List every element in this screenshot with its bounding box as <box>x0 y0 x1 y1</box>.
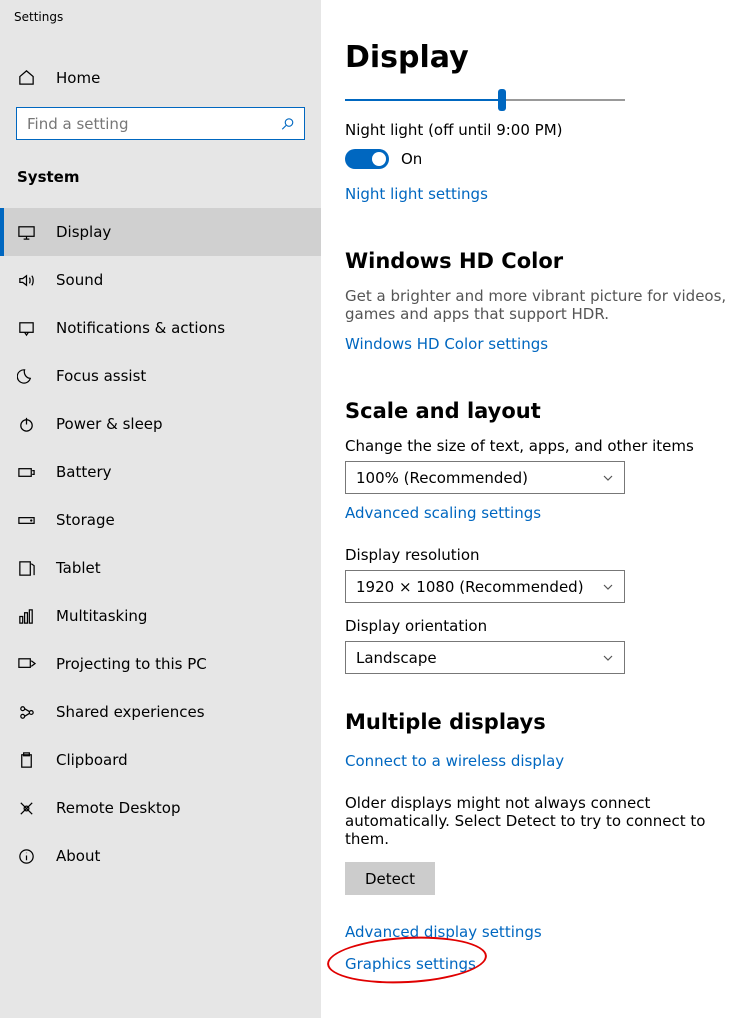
hd-color-desc: Get a brighter and more vibrant picture … <box>345 287 736 323</box>
search-input[interactable] <box>16 107 305 140</box>
sidebar-item-label: Multitasking <box>56 607 147 625</box>
page-title: Display <box>345 40 736 75</box>
monitor-icon <box>17 223 36 242</box>
shared-icon <box>17 703 36 722</box>
orientation-label: Display orientation <box>345 617 736 635</box>
multiple-displays-heading: Multiple displays <box>345 710 736 734</box>
sidebar-item-label: Shared experiences <box>56 703 205 721</box>
sidebar-section-label: System <box>0 140 321 194</box>
sidebar-item-remote-desktop[interactable]: Remote Desktop <box>0 784 321 832</box>
main-content: Display Night light (off until 9:00 PM) … <box>321 0 736 1018</box>
clipboard-icon <box>17 751 36 770</box>
detect-button[interactable]: Detect <box>345 862 435 895</box>
sidebar-item-label: Remote Desktop <box>56 799 181 817</box>
sidebar-item-tablet[interactable]: Tablet <box>0 544 321 592</box>
notifications-icon <box>17 319 36 338</box>
hd-color-link[interactable]: Windows HD Color settings <box>345 335 548 353</box>
sidebar-item-label: Clipboard <box>56 751 128 769</box>
moon-icon <box>17 367 36 386</box>
sidebar-item-power-sleep[interactable]: Power & sleep <box>0 400 321 448</box>
sidebar-item-shared-experiences[interactable]: Shared experiences <box>0 688 321 736</box>
sidebar-item-multitasking[interactable]: Multitasking <box>0 592 321 640</box>
text-size-value: 100% (Recommended) <box>356 469 528 487</box>
sidebar-item-label: Battery <box>56 463 112 481</box>
sidebar-item-label: Sound <box>56 271 103 289</box>
night-light-settings-link[interactable]: Night light settings <box>345 185 488 203</box>
sidebar-item-storage[interactable]: Storage <box>0 496 321 544</box>
night-light-toggle[interactable] <box>345 149 389 169</box>
text-size-select[interactable]: 100% (Recommended) <box>345 461 625 494</box>
sidebar-nav: Display Sound Notifications & actions Focus… <box>0 208 321 880</box>
chevron-down-icon <box>602 581 614 593</box>
night-light-toggle-state: On <box>401 150 422 168</box>
resolution-select[interactable]: 1920 × 1080 (Recommended) <box>345 570 625 603</box>
sidebar-item-about[interactable]: About <box>0 832 321 880</box>
resolution-value: 1920 × 1080 (Recommended) <box>356 578 584 596</box>
projecting-icon <box>17 655 36 674</box>
multitasking-icon <box>17 607 36 626</box>
sidebar-item-display[interactable]: Display <box>0 208 321 256</box>
chevron-down-icon <box>602 652 614 664</box>
search-wrap <box>16 107 305 140</box>
graphics-settings-link[interactable]: Graphics settings <box>345 955 476 973</box>
home-icon <box>17 68 36 87</box>
orientation-value: Landscape <box>356 649 437 667</box>
sidebar-item-label: Notifications & actions <box>56 319 225 337</box>
sidebar-item-battery[interactable]: Battery <box>0 448 321 496</box>
storage-icon <box>17 511 36 530</box>
sidebar-item-label: Projecting to this PC <box>56 655 207 673</box>
tablet-icon <box>17 559 36 578</box>
advanced-display-link[interactable]: Advanced display settings <box>345 923 736 941</box>
orientation-select[interactable]: Landscape <box>345 641 625 674</box>
sidebar: Settings Home System Display Sound Notific… <box>0 0 321 1018</box>
sidebar-item-label: Focus assist <box>56 367 146 385</box>
sidebar-item-label: Storage <box>56 511 115 529</box>
older-displays-text: Older displays might not always connect … <box>345 794 736 848</box>
sidebar-item-clipboard[interactable]: Clipboard <box>0 736 321 784</box>
slider-thumb[interactable] <box>498 89 506 111</box>
wireless-display-link[interactable]: Connect to a wireless display <box>345 752 564 770</box>
sidebar-item-label: Display <box>56 223 111 241</box>
text-size-label: Change the size of text, apps, and other… <box>345 437 736 455</box>
power-icon <box>17 415 36 434</box>
scale-heading: Scale and layout <box>345 399 736 423</box>
remote-icon <box>17 799 36 818</box>
sidebar-item-notifications-actions[interactable]: Notifications & actions <box>0 304 321 352</box>
advanced-scaling-link[interactable]: Advanced scaling settings <box>345 504 541 522</box>
window-title: Settings <box>0 4 321 34</box>
chevron-down-icon <box>602 472 614 484</box>
sidebar-item-label: Tablet <box>56 559 101 577</box>
sidebar-item-projecting-to-this-pc[interactable]: Projecting to this PC <box>0 640 321 688</box>
resolution-label: Display resolution <box>345 546 736 564</box>
sidebar-home-label: Home <box>56 69 100 87</box>
night-light-label: Night light (off until 9:00 PM) <box>345 121 736 139</box>
sidebar-home[interactable]: Home <box>0 58 321 97</box>
night-light-toggle-row: On <box>345 149 736 169</box>
sidebar-item-focus-assist[interactable]: Focus assist <box>0 352 321 400</box>
sidebar-item-label: Power & sleep <box>56 415 163 433</box>
sound-icon <box>17 271 36 290</box>
brightness-slider[interactable] <box>345 93 625 107</box>
hd-color-heading: Windows HD Color <box>345 249 736 273</box>
slider-fill <box>345 99 502 101</box>
battery-icon <box>17 463 36 482</box>
sidebar-item-sound[interactable]: Sound <box>0 256 321 304</box>
about-icon <box>17 847 36 866</box>
sidebar-item-label: About <box>56 847 100 865</box>
